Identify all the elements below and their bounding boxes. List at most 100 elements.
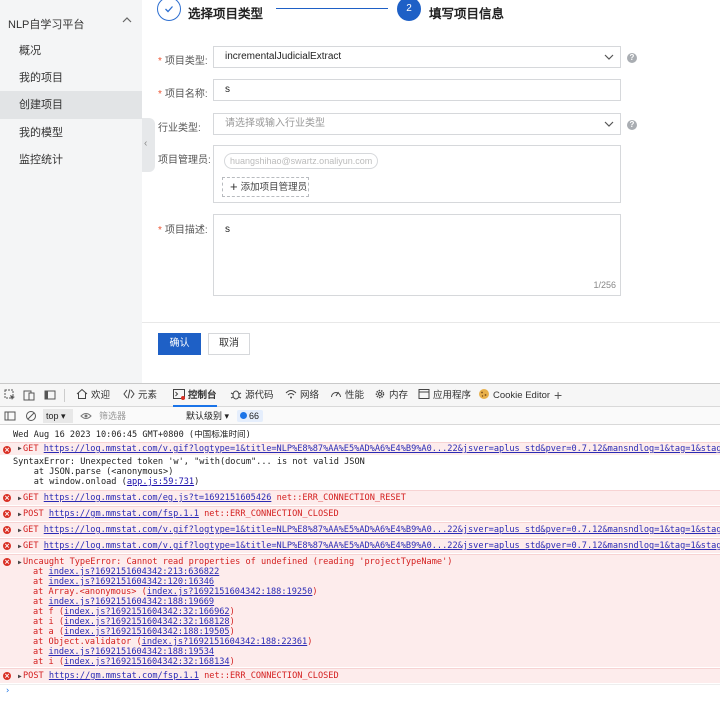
sidebar-item-create-project[interactable]: 创建项目 <box>0 91 142 119</box>
stack-line: at index.js?1692151604342:188:19534 <box>33 647 215 657</box>
console-error-row[interactable]: × ▶ POST https://gm.mmstat.com/fsp.1.1 ne… <box>0 668 720 683</box>
eye-icon[interactable] <box>80 410 92 422</box>
request-url-link[interactable]: https://log.mmstat.com/v.gif?logtype=1&t… <box>44 444 720 454</box>
industry-label: 行业类型: <box>158 123 201 134</box>
chevron-down-icon <box>604 121 614 127</box>
project-type-select[interactable]: incrementalJudicialExtract <box>213 46 621 68</box>
sidebar-item-monitoring[interactable]: 监控统计 <box>0 146 142 174</box>
stack-line: at f (index.js?1692151604342:32:166962) <box>33 607 235 617</box>
source-link[interactable]: index.js?1692151604342:188:19250 <box>147 587 313 597</box>
manager-label: 项目管理员: <box>158 155 211 166</box>
source-link[interactable]: index.js?1692151604342:32:166962 <box>64 607 230 617</box>
console-output: Wed Aug 16 2023 10:06:45 GMT+0800 (中国标准时… <box>0 426 720 714</box>
error-icon: × <box>3 672 11 680</box>
error-icon: × <box>3 446 11 454</box>
stack-line: at index.js?1692151604342:188:19669 <box>33 597 215 607</box>
expand-triangle-icon: ▶ <box>18 559 22 566</box>
cancel-button[interactable]: 取消 <box>208 333 250 355</box>
filter-input[interactable]: 筛选器 <box>96 409 176 423</box>
message-count-badge[interactable]: 66 <box>237 410 264 422</box>
help-icon[interactable]: ? <box>627 53 637 63</box>
source-link[interactable]: app.js:59:731 <box>127 477 194 487</box>
expand-triangle-icon: ▶ <box>18 445 22 452</box>
step2-label: 填写项目信息 <box>429 7 505 21</box>
console-error-row[interactable]: × ▶ GET https://log.mmstat.com/eg.js?t=16… <box>0 490 720 505</box>
step-connector <box>276 8 388 9</box>
stack-line: at index.js?1692151604342:213:636822 <box>33 567 220 577</box>
request-url-link[interactable]: https://log.mmstat.com/v.gif?logtype=1&t… <box>44 541 720 551</box>
message-icon <box>240 412 247 419</box>
tab-network[interactable]: 网络 <box>285 384 319 407</box>
project-name-input[interactable]: s <box>213 79 621 101</box>
expand-triangle-icon: ▶ <box>18 527 22 534</box>
app-page: NLP自学习平台 概况 我的项目 创建项目 我的模型 监控统计 ‹ 选择项目类型… <box>0 0 720 383</box>
sidebar-item-overview[interactable]: 概况 <box>0 37 142 65</box>
devtools-tabbar: 欢迎 元素 控制台 源代码 网络 性能 内存 应用程序 Cookie Edito… <box>0 384 720 407</box>
tab-cookie-editor[interactable]: Cookie Editor <box>478 384 550 407</box>
error-icon: × <box>3 510 11 518</box>
help-icon[interactable]: ? <box>627 120 637 130</box>
add-manager-button[interactable]: + 添加项目管理员 <box>222 177 309 197</box>
source-link[interactable]: index.js?1692151604342:32:168134 <box>64 657 230 667</box>
context-select[interactable]: top ▾ <box>43 409 73 423</box>
request-url-link[interactable]: https://gm.mmstat.com/fsp.1.1 <box>49 509 199 519</box>
tab-console[interactable]: 控制台 <box>173 384 217 407</box>
wifi-icon <box>285 390 297 399</box>
console-type-error[interactable]: × ▶ Uncaught TypeError: Cannot read prope… <box>0 554 720 667</box>
request-url-link[interactable]: https://gm.mmstat.com/fsp.1.1 <box>49 671 199 681</box>
tab-welcome[interactable]: 欢迎 <box>76 384 110 407</box>
devtools-panel: 欢迎 元素 控制台 源代码 网络 性能 内存 应用程序 Cookie Edito… <box>0 383 720 714</box>
source-link[interactable]: index.js?1692151604342:188:19505 <box>64 627 230 637</box>
tab-elements[interactable]: 元素 <box>123 384 157 407</box>
tab-separator <box>64 389 65 402</box>
description-textarea[interactable]: s 1/256 <box>213 214 621 296</box>
code-icon <box>123 389 135 399</box>
source-link[interactable]: index.js?1692151604342:213:636822 <box>49 567 220 577</box>
add-tab-icon[interactable]: + <box>554 384 562 407</box>
stack-line: at index.js?1692151604342:120:16346 <box>33 577 215 587</box>
request-url-link[interactable]: https://log.mmstat.com/v.gif?logtype=1&t… <box>44 525 720 535</box>
console-error-row[interactable]: × ▶ GET https://log.mmstat.com/v.gif?logt… <box>0 538 720 553</box>
manager-box: huangshihao@swartz.onaliyun.com + 添加项目管理员 <box>213 145 621 203</box>
sidebar: NLP自学习平台 概况 我的项目 创建项目 我的模型 监控统计 <box>0 0 142 383</box>
description-label: * 项目描述: <box>158 225 208 236</box>
chevron-up-icon[interactable] <box>122 16 132 24</box>
home-icon <box>76 388 88 399</box>
industry-select[interactable]: 请选择或输入行业类型 <box>213 113 621 135</box>
source-link[interactable]: index.js?1692151604342:188:19534 <box>49 647 215 657</box>
log-level-select[interactable]: 默认级别 ▾ <box>186 409 234 423</box>
console-error-row[interactable]: × ▶ POST https://gm.mmstat.com/fsp.1.1 ne… <box>0 506 720 521</box>
sidebar-toggle-icon[interactable] <box>4 410 16 422</box>
console-error-row[interactable]: × ▶ GET https://log.mmstat.com/v.gif?logt… <box>0 442 720 455</box>
tab-performance[interactable]: 性能 <box>330 384 364 407</box>
stack-line: at a (index.js?1692151604342:188:19505) <box>33 627 235 637</box>
console-error-row[interactable]: × ▶ GET https://log.mmstat.com/v.gif?logt… <box>0 522 720 537</box>
clear-console-icon[interactable] <box>25 410 37 422</box>
device-emulation-icon[interactable] <box>23 389 35 401</box>
error-icon: × <box>3 558 11 566</box>
console-prompt-row[interactable]: › <box>0 684 720 697</box>
sidebar-item-my-models[interactable]: 我的模型 <box>0 119 142 147</box>
manager-chip[interactable]: huangshihao@swartz.onaliyun.com <box>224 153 379 169</box>
inspect-element-icon[interactable] <box>4 389 16 401</box>
source-link[interactable]: index.js?1692151604342:188:19669 <box>49 597 215 607</box>
sidebar-item-my-projects[interactable]: 我的项目 <box>0 64 142 92</box>
tab-application[interactable]: 应用程序 <box>418 384 471 407</box>
confirm-button[interactable]: 确认 <box>158 333 201 355</box>
project-type-value: incrementalJudicialExtract <box>225 51 342 62</box>
source-link[interactable]: index.js?1692151604342:120:16346 <box>49 577 215 587</box>
stack-line: at i (index.js?1692151604342:32:168128) <box>33 617 235 627</box>
request-url-link[interactable]: https://log.mmstat.com/eg.js?t=169215160… <box>44 493 272 503</box>
stack-line: at i (index.js?1692151604342:32:168134) <box>33 657 235 667</box>
project-type-label: * 项目类型: <box>158 56 208 67</box>
tab-sources[interactable]: 源代码 <box>230 384 274 407</box>
expand-triangle-icon: ▶ <box>18 673 22 680</box>
expand-triangle-icon: ▶ <box>18 511 22 518</box>
error-icon: × <box>3 542 11 550</box>
tab-memory[interactable]: 内存 <box>374 384 408 407</box>
error-icon: × <box>3 494 11 502</box>
toggle-sidebar-icon[interactable] <box>44 389 56 401</box>
source-link[interactable]: index.js?1692151604342:188:22361 <box>142 637 308 647</box>
industry-placeholder: 请选择或输入行业类型 <box>225 118 325 129</box>
source-link[interactable]: index.js?1692151604342:32:168128 <box>64 617 230 627</box>
